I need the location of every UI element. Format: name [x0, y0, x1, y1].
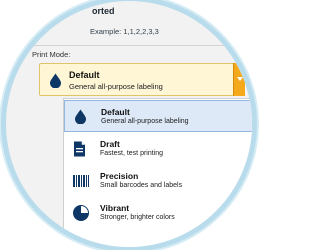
barcode-icon — [73, 173, 89, 192]
option-title: Vibrant — [100, 203, 130, 213]
option-vibrant[interactable]: Vibrant Stronger, brighter colors — [64, 197, 252, 229]
print-mode-select[interactable]: Default General all-purpose labeling — [39, 63, 245, 96]
collate-title: orted — [92, 6, 115, 16]
chevron-down-icon — [237, 77, 243, 81]
print-settings-panel: orted Example: 1,1,2,2,3,3 Print Mode: D… — [6, 1, 252, 247]
option-subtitle: Stronger, brighter colors — [100, 214, 175, 221]
dropdown-arrow-button[interactable] — [233, 63, 245, 96]
option-title: Draft — [100, 139, 120, 149]
option-draft[interactable]: Draft Fastest, test printing — [64, 133, 252, 165]
document-icon — [73, 141, 86, 162]
selected-mode-title: Default — [69, 70, 100, 80]
drop-icon — [74, 109, 87, 129]
collate-option[interactable]: orted Example: 1,1,2,2,3,3 — [56, 1, 226, 43]
option-subtitle: Small barcodes and labels — [100, 182, 183, 189]
selected-mode-subtitle: General all-purpose labeling — [69, 82, 163, 91]
print-mode-dropdown: Default General all-purpose labeling Dra… — [63, 98, 252, 247]
option-subtitle: Fastest, test printing — [100, 150, 164, 157]
option-title: Default — [101, 107, 130, 117]
collate-example: Example: 1,1,2,2,3,3 — [90, 27, 159, 36]
option-title: Precision — [100, 171, 139, 181]
divider — [28, 45, 248, 46]
magnified-badge: orted Example: 1,1,2,2,3,3 Print Mode: D… — [6, 1, 252, 247]
option-default[interactable]: Default General all-purpose labeling — [64, 100, 252, 132]
print-mode-label: Print Mode: — [32, 50, 71, 59]
contrast-icon — [73, 205, 89, 226]
drop-icon — [49, 73, 62, 93]
option-subtitle: General all-purpose labeling — [101, 118, 189, 125]
option-precision[interactable]: Precision Small barcodes and labels — [64, 165, 252, 197]
